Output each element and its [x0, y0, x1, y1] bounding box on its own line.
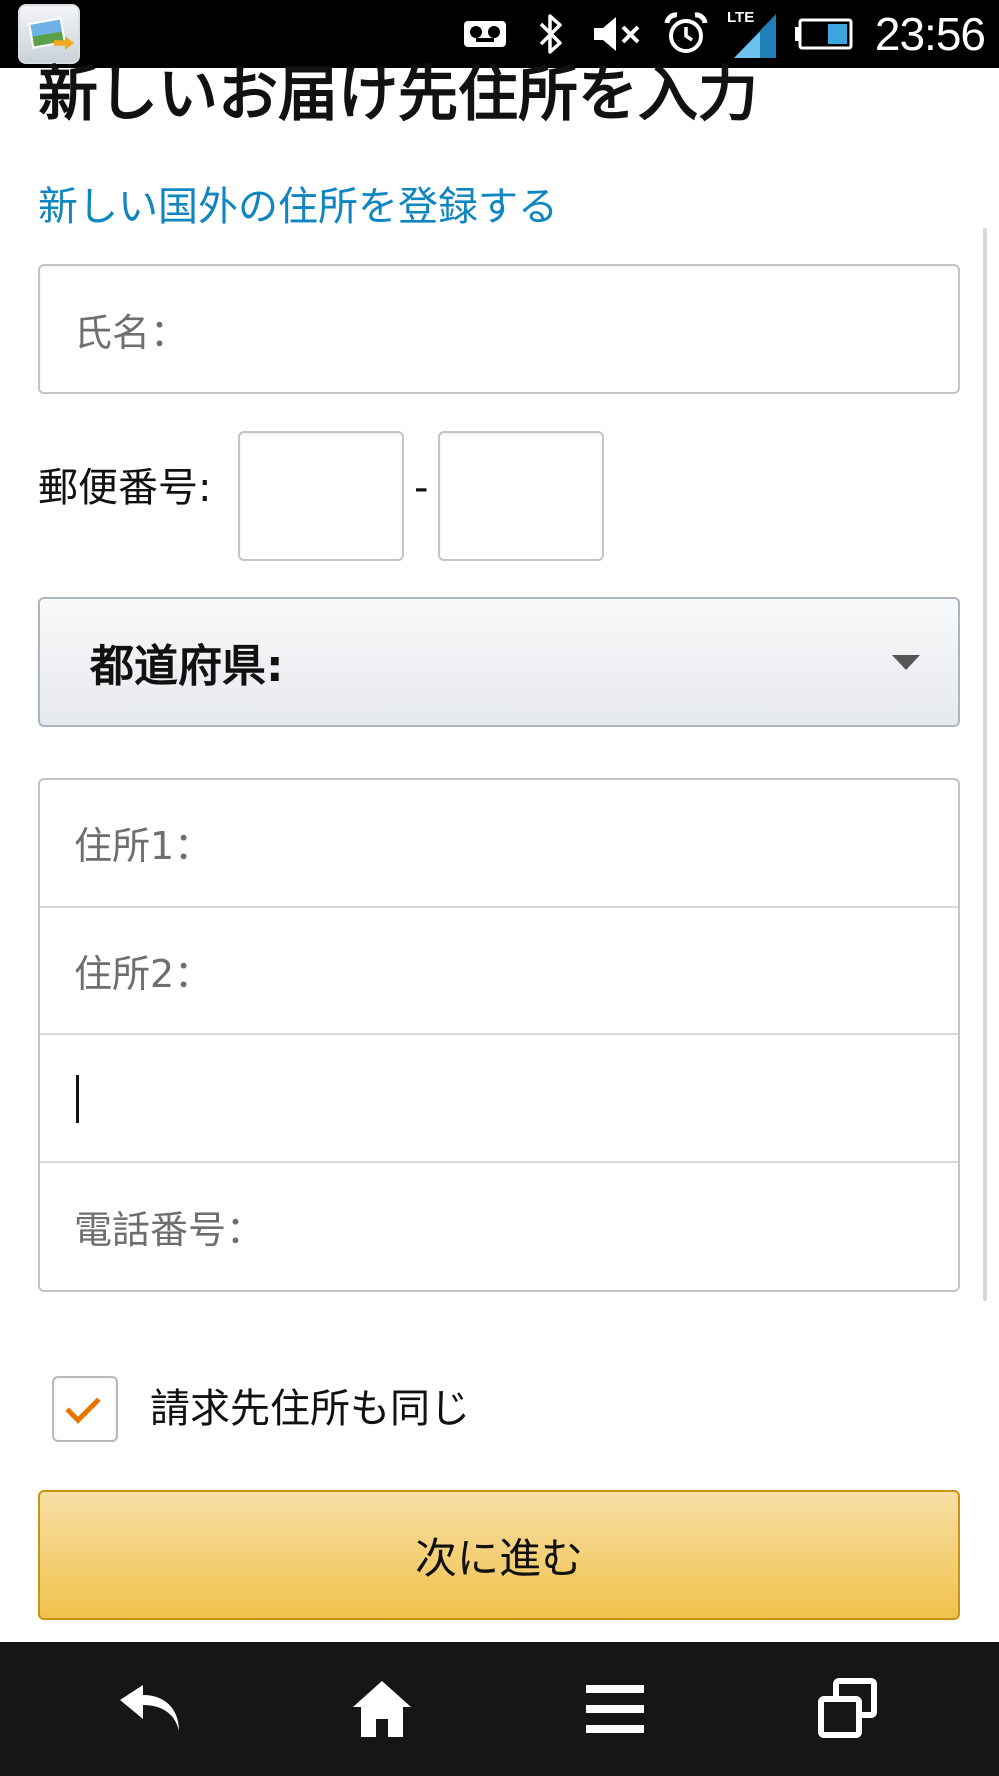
gallery-app-icon[interactable] — [18, 4, 80, 64]
voicemail-icon — [462, 10, 508, 58]
scrollbar[interactable] — [983, 228, 987, 1301]
name-placeholder: 氏名： — [74, 310, 189, 355]
text-cursor — [76, 1075, 79, 1123]
home-icon[interactable] — [342, 1669, 422, 1749]
page-title: 新しいお届け先住所を入力 — [38, 62, 758, 128]
address1-field[interactable]: 住所1： — [40, 780, 958, 908]
phone-placeholder: 電話番号： — [74, 1207, 265, 1252]
network-type-label: LTE — [727, 9, 754, 26]
prefecture-select[interactable]: 都道府県: — [38, 597, 960, 727]
address2-field[interactable]: 住所2： — [40, 908, 958, 1035]
postal-code-label: 郵便番号: — [38, 465, 212, 511]
billing-same-checkbox[interactable] — [52, 1376, 118, 1442]
postal-code-separator: - — [414, 465, 429, 511]
phone-field[interactable]: 電話番号： — [40, 1163, 958, 1291]
postal-code-second-input[interactable] — [438, 431, 604, 561]
battery-icon — [794, 10, 854, 58]
bluetooth-icon — [536, 10, 566, 58]
address3-field[interactable] — [40, 1035, 958, 1163]
mute-icon — [592, 10, 644, 58]
address1-placeholder: 住所1： — [74, 824, 213, 869]
address2-placeholder: 住所2： — [74, 951, 213, 996]
prefecture-label: 都道府県: — [90, 641, 284, 692]
checkmark-icon — [65, 1388, 101, 1424]
register-international-address-link[interactable]: 新しい国外の住所を登録する — [38, 183, 558, 231]
next-button[interactable]: 次に進む — [38, 1490, 960, 1620]
status-time: 23:56 — [874, 8, 986, 60]
navigation-bar — [0, 1642, 999, 1776]
address-field-group: 住所1： 住所2： 電話番号： — [38, 778, 960, 1292]
dropdown-caret-icon — [892, 655, 920, 670]
recent-apps-icon[interactable] — [808, 1669, 888, 1749]
postal-code-first-input[interactable] — [238, 431, 404, 561]
status-bar: LTE 23:56 — [0, 0, 999, 68]
alarm-icon — [664, 10, 708, 58]
back-icon[interactable] — [110, 1669, 190, 1749]
name-field[interactable]: 氏名： — [38, 264, 960, 394]
billing-same-label[interactable]: 請求先住所も同じ — [150, 1384, 470, 1434]
menu-icon[interactable] — [575, 1669, 655, 1749]
signal-icon: LTE — [726, 6, 778, 60]
